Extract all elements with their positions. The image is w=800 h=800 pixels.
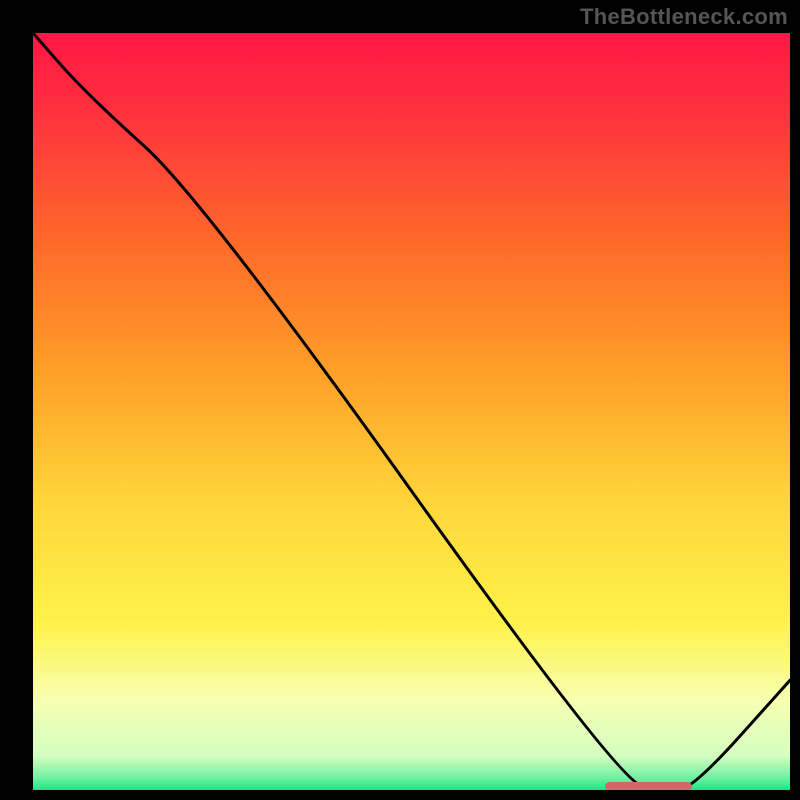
gradient-background: [33, 33, 790, 790]
plot-area: [33, 33, 790, 790]
optimal-range-marker: [605, 782, 692, 790]
chart-frame: TheBottleneck.com: [0, 0, 800, 800]
attribution-text: TheBottleneck.com: [580, 4, 788, 30]
